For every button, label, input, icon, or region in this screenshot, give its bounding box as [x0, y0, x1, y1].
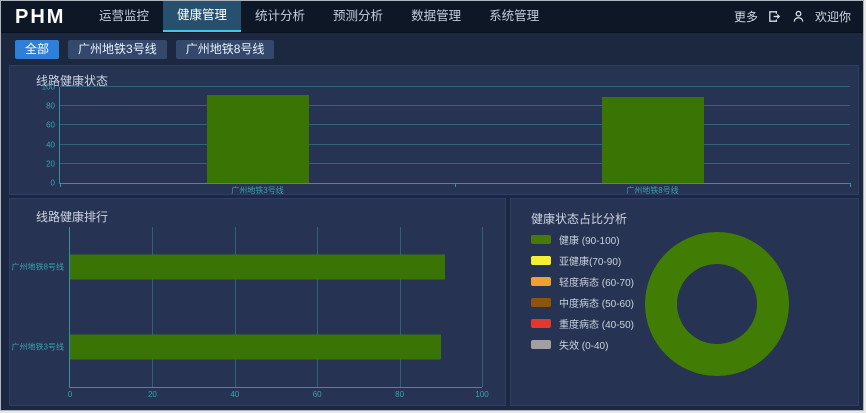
phm-dashboard: PHM 运营监控健康管理统计分析预测分析数据管理系统管理 更多 欢迎你 全部广州… — [0, 0, 864, 411]
nav-tab[interactable]: 系统管理 — [475, 1, 553, 32]
filter-button[interactable]: 广州地铁8号线 — [176, 40, 275, 59]
y-axis-tick-label: 0 — [51, 179, 55, 188]
axis-tick — [455, 183, 456, 187]
legend-item[interactable]: 亚健康(70-90) — [531, 253, 634, 268]
y-axis-tick-label: 40 — [46, 140, 55, 149]
donut-chart — [645, 232, 789, 376]
x-axis-tick-label: 40 — [230, 390, 239, 399]
top-navbar: PHM 运营监控健康管理统计分析预测分析数据管理系统管理 更多 欢迎你 — [1, 1, 863, 33]
x-axis-tick-label: 0 — [68, 390, 72, 399]
x-axis-tick-label: 80 — [395, 390, 404, 399]
y-axis-tick-label: 80 — [46, 102, 55, 111]
gridline — [482, 227, 483, 387]
x-category-label: 广州地铁3号线 — [60, 185, 455, 196]
x-axis-tick-label: 60 — [313, 390, 322, 399]
navbar-right: 更多 欢迎你 — [734, 1, 863, 32]
legend-label: 亚健康(70-90) — [559, 253, 621, 268]
legend-label: 中度病态 (50-60) — [559, 295, 634, 310]
bar[interactable] — [602, 97, 704, 183]
legend-item[interactable]: 中度病态 (50-60) — [531, 295, 634, 310]
y-axis-tick-label: 100 — [42, 83, 55, 92]
x-axis-tick-label: 100 — [475, 390, 488, 399]
panel-title: 健康状态占比分析 — [531, 210, 627, 227]
bar-row: 广州地铁8号线 — [70, 227, 482, 307]
axis-tick — [60, 183, 61, 187]
bar[interactable] — [70, 335, 441, 360]
panel-title: 线路健康排行 — [36, 208, 108, 225]
donut-legend: 健康 (90-100) 亚健康(70-90) 轻度病态 (60-70) 中度病态 (5… — [531, 232, 634, 352]
legend-label: 轻度病态 (60-70) — [559, 274, 634, 289]
legend-item[interactable]: 健康 (90-100) — [531, 232, 634, 247]
nav-menu: 运营监控健康管理统计分析预测分析数据管理系统管理 — [85, 1, 553, 32]
welcome-text: 欢迎你 — [815, 8, 851, 25]
bar-row: 广州地铁3号线 — [70, 307, 482, 387]
legend-label: 重度病态 (40-50) — [559, 316, 634, 331]
bar[interactable] — [207, 95, 309, 183]
legend-label: 失效 (0-40) — [559, 337, 608, 352]
line-filter-group: 全部广州地铁3号线广州地铁8号线 — [15, 40, 274, 59]
more-link[interactable]: 更多 — [734, 8, 758, 25]
nav-tab[interactable]: 运营监控 — [85, 1, 163, 32]
panel-line-health-status: 线路健康状态 020406080100广州地铁3号线广州地铁8号线 — [9, 65, 859, 195]
bar-slot: 广州地铁8号线 — [455, 87, 850, 183]
panel-health-status-share: 健康状态占比分析 健康 (90-100) 亚健康(70-90) 轻度病态 (60-7… — [510, 198, 859, 406]
y-category-label: 广州地铁3号线 — [12, 342, 64, 353]
bar-chart-line-health: 020406080100广州地铁3号线广州地铁8号线 — [59, 87, 850, 184]
filter-button[interactable]: 全部 — [15, 40, 59, 59]
user-icon[interactable] — [791, 9, 806, 24]
app-logo: PHM — [1, 1, 85, 32]
legend-item[interactable]: 失效 (0-40) — [531, 337, 634, 352]
legend-swatch — [531, 319, 551, 328]
y-axis-tick-label: 20 — [46, 159, 55, 168]
panel-line-health-ranking: 线路健康排行 020406080100广州地铁8号线广州地铁3号线 — [9, 198, 506, 406]
filter-button[interactable]: 广州地铁3号线 — [68, 40, 167, 59]
legend-item[interactable]: 重度病态 (40-50) — [531, 316, 634, 331]
legend-swatch — [531, 340, 551, 349]
nav-tab[interactable]: 健康管理 — [163, 1, 241, 32]
y-axis-tick-label: 60 — [46, 121, 55, 130]
nav-tab[interactable]: 数据管理 — [397, 1, 475, 32]
axis-tick — [850, 183, 851, 187]
x-category-label: 广州地铁8号线 — [455, 185, 850, 196]
bar[interactable] — [70, 255, 445, 280]
x-axis-tick-label: 20 — [148, 390, 157, 399]
y-category-label: 广州地铁8号线 — [12, 262, 64, 273]
logout-icon[interactable] — [767, 9, 782, 24]
legend-swatch — [531, 235, 551, 244]
legend-item[interactable]: 轻度病态 (60-70) — [531, 274, 634, 289]
legend-swatch — [531, 277, 551, 286]
nav-tab[interactable]: 统计分析 — [241, 1, 319, 32]
nav-tab[interactable]: 预测分析 — [319, 1, 397, 32]
legend-swatch — [531, 256, 551, 265]
legend-label: 健康 (90-100) — [559, 232, 620, 247]
bar-slot: 广州地铁3号线 — [60, 87, 455, 183]
legend-swatch — [531, 298, 551, 307]
bar-chart-line-ranking: 020406080100广州地铁8号线广州地铁3号线 — [69, 227, 482, 388]
